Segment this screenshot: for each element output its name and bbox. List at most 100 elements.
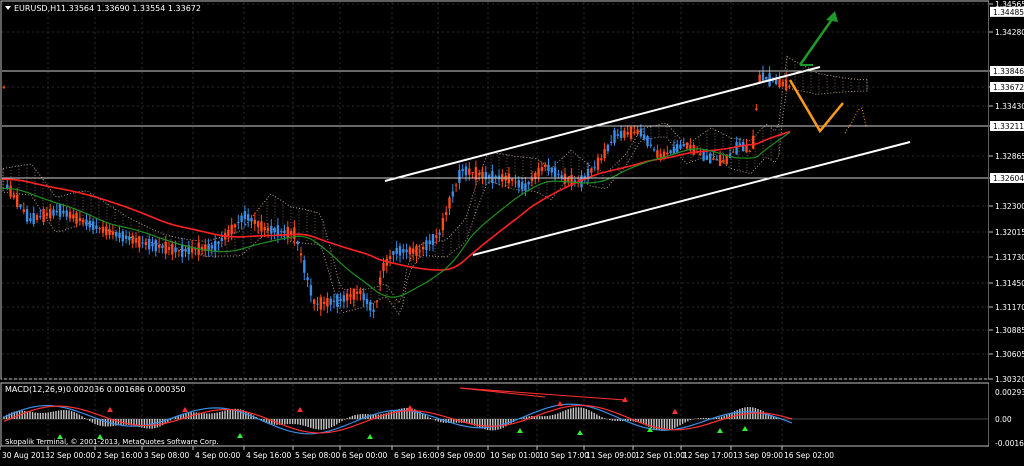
candle-body: [55, 210, 58, 213]
candle-body: [415, 245, 418, 257]
candle-body: [154, 239, 157, 252]
candle-body: [649, 144, 652, 147]
candle-body: [454, 184, 458, 186]
candle-body: [699, 153, 702, 156]
candle-body: [606, 144, 610, 152]
candle-body: [49, 209, 52, 219]
candle-body: [784, 79, 788, 91]
candle-body: [329, 298, 332, 305]
candle-body: [778, 78, 781, 88]
candle-body: [75, 212, 78, 224]
candle-body: [359, 290, 362, 294]
candle-body: [58, 204, 62, 217]
price-tick-label: 1.34280: [995, 28, 1024, 37]
time-tick-label: 12 Sep 01:00: [635, 451, 685, 460]
candle-body: [369, 301, 372, 311]
chart-title: EURUSD,H1: [14, 4, 61, 13]
candle-body: [412, 248, 415, 254]
candle-body: [233, 224, 237, 228]
candle-body: [342, 295, 346, 302]
candle-body: [672, 146, 676, 154]
candle-body: [316, 303, 319, 305]
candle-body: [42, 208, 45, 223]
candle-body: [141, 242, 144, 244]
time-tick-label: 6 Sep 16:00: [394, 451, 440, 460]
candle-body: [322, 301, 326, 304]
candle-body: [765, 76, 768, 80]
candle-body: [184, 249, 187, 252]
candle-body: [296, 241, 299, 245]
candle-body: [709, 153, 712, 164]
candle-body: [441, 217, 445, 231]
candle-body: [619, 131, 623, 139]
time-tick-label: 13 Sep 09:00: [733, 451, 783, 460]
candle-body: [45, 213, 49, 216]
candle-body: [355, 291, 359, 294]
candle-body: [214, 240, 217, 252]
candle-body: [6, 184, 9, 189]
candle-body: [421, 246, 425, 250]
candle-body: [144, 241, 148, 245]
candle-body: [461, 169, 464, 172]
candle-body: [375, 301, 379, 303]
candle-body: [270, 225, 273, 234]
candle-body: [781, 81, 784, 86]
price-level-tag-label: 1.33672: [993, 83, 1024, 92]
candle-body: [181, 244, 184, 257]
candle-body: [253, 219, 256, 224]
candle-body: [540, 167, 544, 171]
candle-body: [481, 171, 484, 179]
candle-body: [266, 227, 270, 231]
time-tick-label: 5 Sep 08:00: [295, 451, 341, 460]
chart-window[interactable]: 1.345651.342801.338461.336721.334301.332…: [0, 0, 1024, 462]
candle-body: [65, 210, 68, 217]
candle-body: [72, 214, 75, 219]
price-chart[interactable]: 1.345651.342801.338461.336721.334301.332…: [0, 0, 1024, 462]
main-panel: [0, 0, 990, 380]
candle-body: [392, 251, 395, 255]
candle-body: [164, 241, 167, 254]
candle-body: [600, 158, 603, 161]
candle-body: [128, 236, 131, 241]
candle-body: [547, 164, 550, 172]
candle-body: [134, 238, 138, 243]
macd-tick-label: -0.0016: [995, 439, 1024, 448]
candle-body: [524, 183, 527, 191]
candle-body: [438, 232, 441, 235]
candle-body: [669, 150, 672, 154]
candle-body: [646, 136, 649, 147]
candle-body: [247, 214, 250, 221]
candle-body: [88, 220, 91, 228]
price-tick-label: 1.30605: [995, 350, 1024, 359]
candle-body: [491, 171, 494, 183]
price-tick-label: 1.31170: [995, 303, 1024, 312]
candle-body: [478, 173, 481, 175]
candle-body: [332, 300, 336, 302]
candle-body: [428, 240, 431, 245]
candle-body: [306, 277, 309, 281]
candle-body: [732, 151, 735, 153]
time-tick-label: 10 Sep 17:00: [539, 451, 589, 460]
candle-body: [177, 250, 181, 252]
candle-body: [299, 253, 303, 256]
candle-body: [161, 245, 164, 249]
candle-body: [91, 221, 95, 230]
candle-body: [738, 143, 742, 146]
candle-body: [39, 216, 42, 218]
time-tick-label: 4 Sep 00:00: [195, 451, 241, 460]
candle-body: [352, 288, 355, 300]
candle-body: [487, 175, 491, 178]
candle-body: [240, 215, 243, 222]
candle-body: [682, 144, 685, 146]
candle-body: [2, 86, 6, 88]
candle-body: [29, 218, 32, 221]
candle-body: [755, 108, 758, 110]
price-tick-label: 1.31730: [995, 253, 1024, 262]
candle-body: [560, 175, 563, 178]
candle-body: [537, 168, 540, 177]
time-tick-label: 4 Sep 16:00: [246, 451, 292, 460]
macd-values: 0.002036 0.001686 0.000350: [66, 385, 186, 394]
candle-body: [19, 204, 22, 208]
candle-body: [676, 144, 679, 153]
candle-body: [16, 194, 19, 208]
